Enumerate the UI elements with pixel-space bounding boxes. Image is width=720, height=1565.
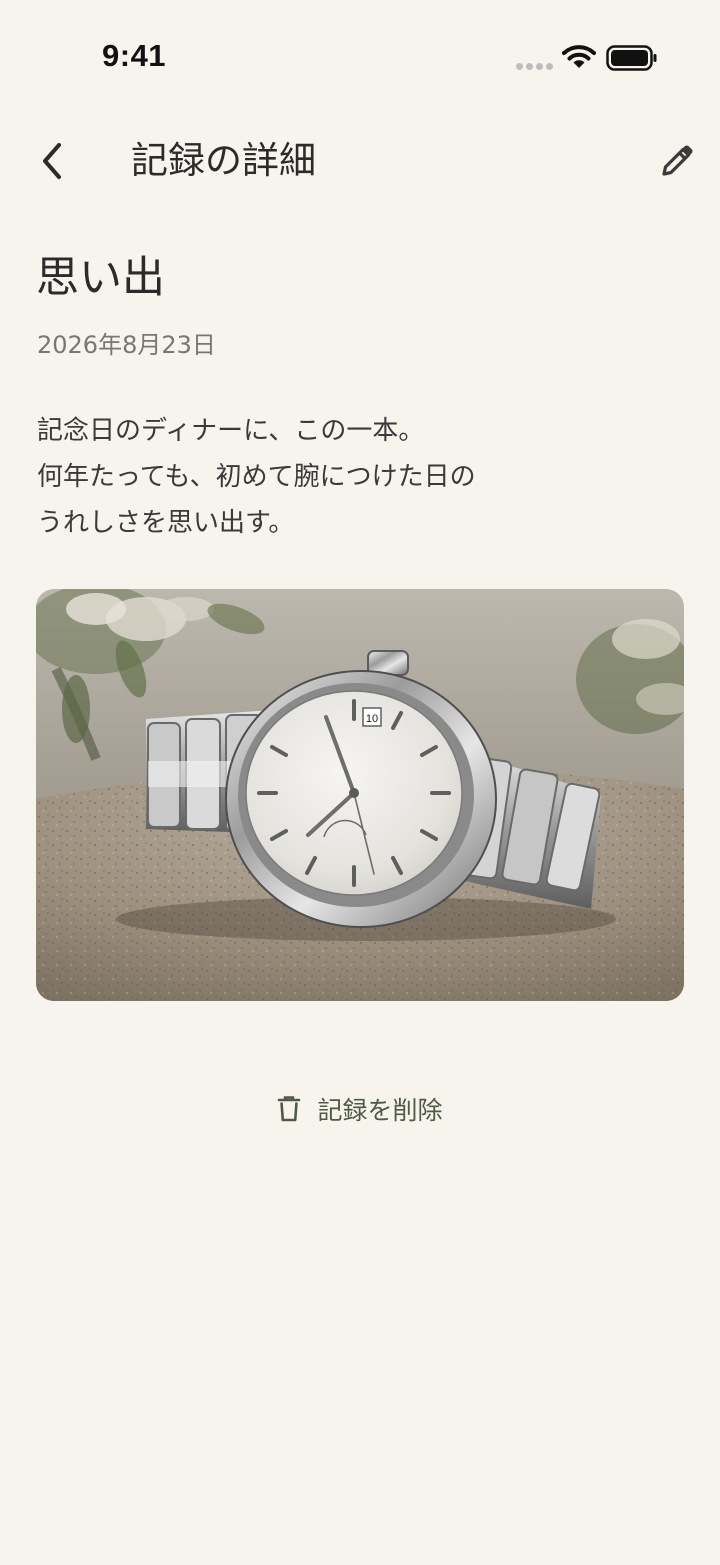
delete-record-button[interactable]: 記録を削除	[260, 1080, 460, 1138]
chevron-left-icon	[43, 143, 61, 179]
record-body: 記念日のディナーに、この一本。 何年たっても、初めて腕につけた日の うれしさを思…	[37, 408, 677, 546]
wifi-icon	[562, 45, 596, 68]
pencil-icon	[662, 145, 693, 176]
nav-bar: 記録の詳細	[0, 125, 720, 197]
edit-button[interactable]	[650, 135, 704, 187]
record-body-line: 何年たっても、初めて腕につけた日の	[37, 462, 476, 492]
trash-icon	[278, 1096, 301, 1122]
page-title: 記録の詳細	[131, 139, 316, 182]
delete-label: 記録を削除	[317, 1096, 443, 1125]
record-body-line: 記念日のディナーに、この一本。	[37, 416, 425, 446]
back-button[interactable]	[28, 135, 76, 187]
record-date: 2026年8月23日	[37, 331, 216, 359]
status-time: 9:41	[102, 38, 167, 73]
battery-icon	[606, 45, 657, 71]
wristwatch-photo: 10	[36, 589, 684, 1001]
cellular-signal-icon	[516, 63, 553, 70]
record-body-line: うれしさを思い出す。	[37, 508, 295, 538]
date-window: 10	[366, 713, 378, 725]
record-photo: 10	[36, 589, 684, 1001]
status-bar: 9:41	[0, 0, 720, 110]
record-title: 思い出	[36, 253, 165, 303]
